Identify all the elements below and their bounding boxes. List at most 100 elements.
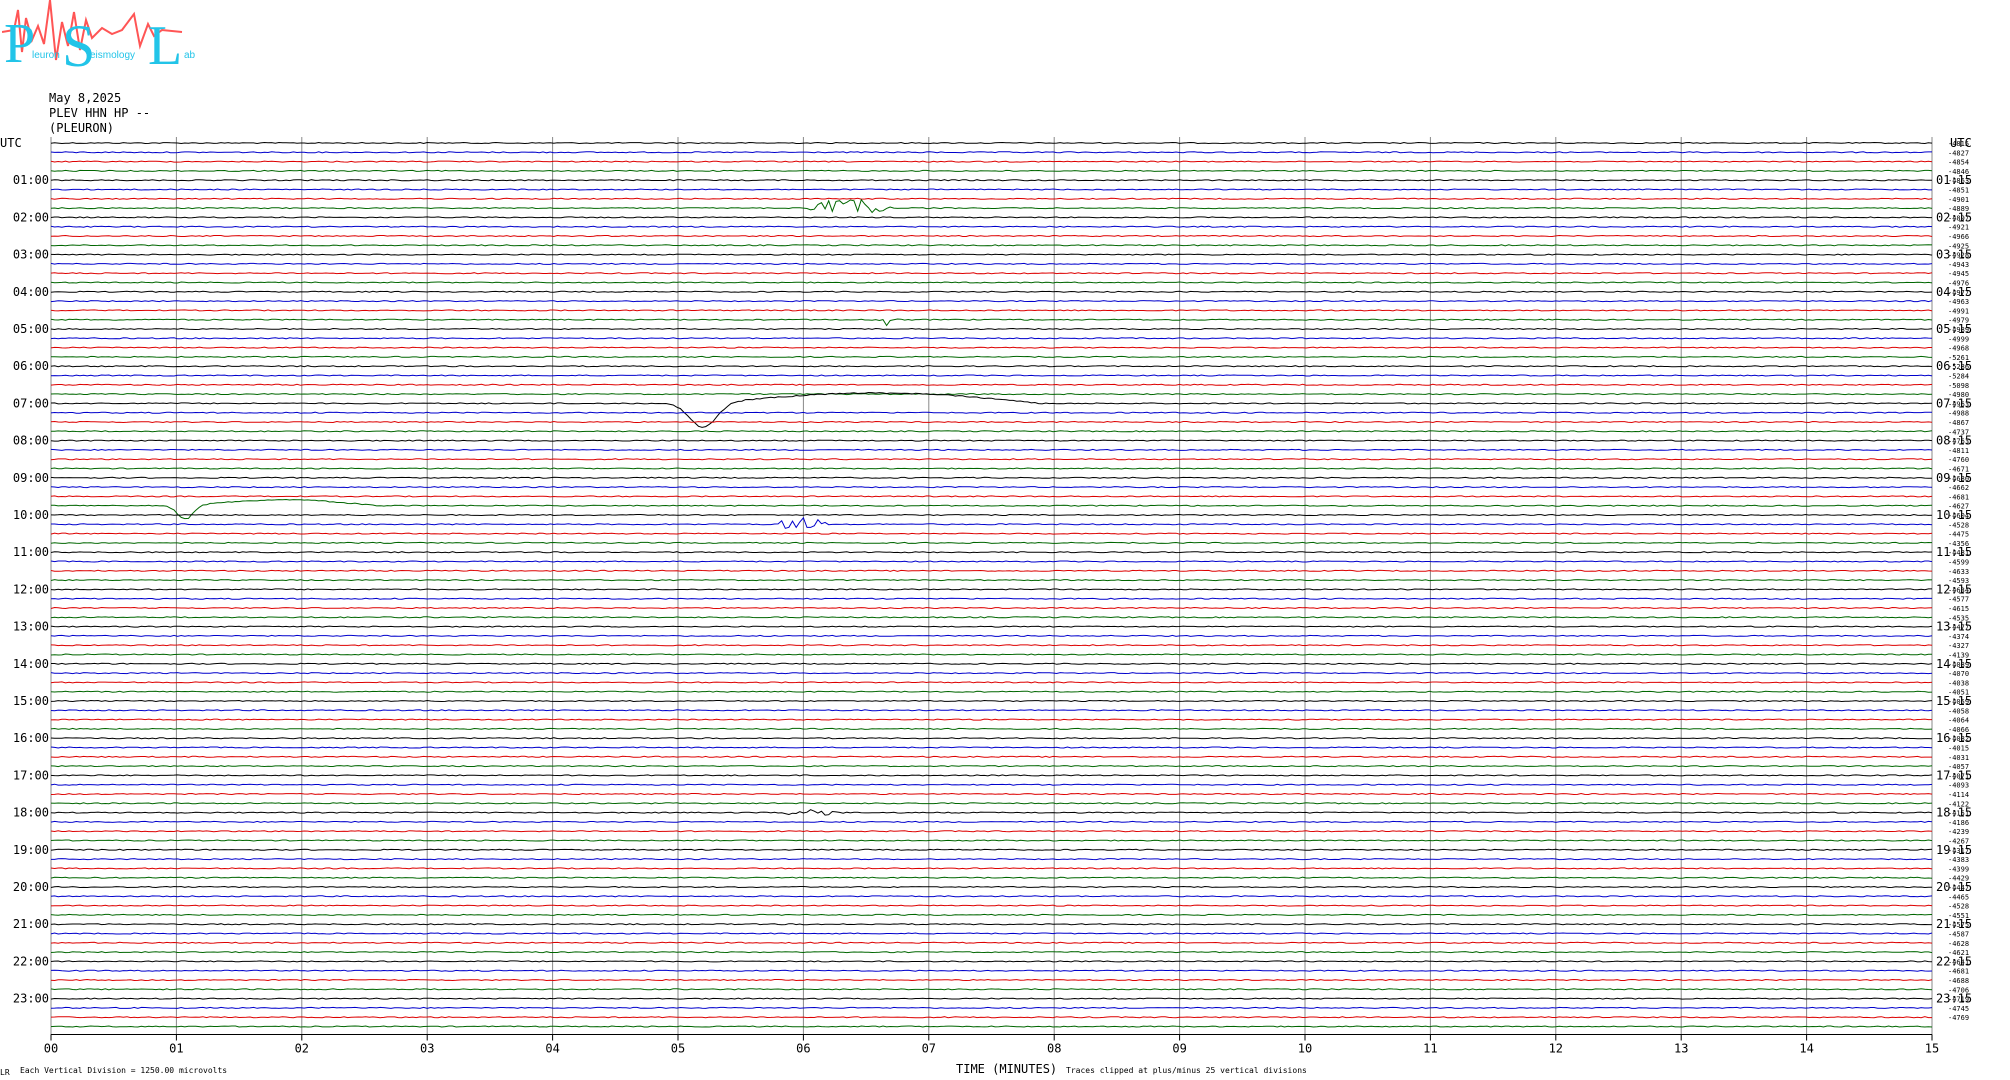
row-offset-label: -4186	[1948, 819, 1969, 827]
trace-row	[50, 997, 1933, 1000]
hour-label-right: 19:15	[1936, 843, 1972, 857]
row-offset-label: -4963	[1948, 298, 1969, 306]
trace-row	[50, 634, 1933, 637]
trace-row	[50, 830, 1933, 833]
trace-row	[50, 774, 1933, 777]
row-offset-label: -4815	[1948, 140, 1969, 148]
row-offset-label: -4999	[1948, 335, 1969, 343]
row-offset-label: -4988	[1948, 410, 1969, 418]
trace-row	[50, 809, 1933, 816]
trace-row	[50, 672, 1933, 675]
hour-label-right: 12:15	[1936, 582, 1972, 596]
x-tick-label: 15	[1925, 1042, 1939, 1056]
trace-row	[50, 393, 1933, 396]
trace-row	[50, 569, 1933, 572]
row-offset-label: -4662	[1948, 484, 1969, 492]
hour-label-left: 05:00	[13, 322, 49, 336]
row-offset-label: -4239	[1948, 828, 1969, 836]
hour-label-left: 12:00	[13, 582, 49, 596]
row-offset-label: -4851	[1948, 187, 1969, 195]
trace-row	[50, 579, 1933, 582]
trace-row	[50, 755, 1932, 758]
trace-row	[50, 374, 1933, 377]
trace-row	[50, 439, 1933, 442]
trace-row	[50, 253, 1933, 256]
hour-label-left: 02:00	[13, 210, 49, 224]
hour-label-left: 01:00	[13, 173, 49, 187]
trace-row	[50, 625, 1933, 628]
hour-label-right: 18:15	[1936, 806, 1972, 820]
trace-row	[50, 337, 1933, 340]
trace-row	[50, 718, 1932, 721]
trace-row	[50, 495, 1933, 498]
corner-mark: LR	[0, 1068, 10, 1077]
trace-row	[50, 932, 1933, 935]
hour-label-right: 01:15	[1936, 173, 1972, 187]
row-offset-label: -4399	[1948, 865, 1969, 873]
trace-row	[50, 690, 1933, 693]
hour-label-right: 08:15	[1936, 434, 1972, 448]
hour-label-right: 14:15	[1936, 657, 1972, 671]
hour-label-left: 08:00	[13, 434, 49, 448]
trace-row	[50, 1025, 1933, 1028]
trace-row	[50, 420, 1933, 424]
row-offset-label: -4577	[1948, 596, 1969, 604]
trace-row	[50, 606, 1933, 610]
x-tick-label: 11	[1423, 1042, 1437, 1056]
trace-row	[50, 188, 1932, 191]
trace-row	[50, 1016, 1932, 1019]
trace-row	[50, 941, 1933, 944]
trace-row	[50, 346, 1932, 349]
row-offset-label: -5098	[1948, 382, 1969, 390]
row-offset-label: -4093	[1948, 782, 1969, 790]
trace-row	[50, 411, 1932, 414]
trace-row	[50, 179, 1932, 182]
trace-row	[50, 458, 1933, 461]
trace-row	[50, 141, 1933, 145]
hour-label-right: 13:15	[1936, 620, 1972, 634]
row-offset-label: -4058	[1948, 707, 1969, 715]
trace-row	[50, 551, 1933, 554]
trace-row	[50, 960, 1933, 963]
hour-label-right: 07:15	[1936, 396, 1972, 410]
row-offset-label: -4688	[1948, 977, 1969, 985]
trace-row	[50, 448, 1933, 451]
trace-row	[50, 355, 1933, 358]
trace-row	[50, 709, 1933, 712]
hour-label-right: 17:15	[1936, 768, 1972, 782]
hour-label-right: 04:15	[1936, 285, 1972, 299]
hour-label-right: 11:15	[1936, 545, 1972, 559]
hour-label-right: 10:15	[1936, 508, 1972, 522]
helicorder-chart: 00 01 02 03 04 05 06 07 08 09 10 11 12 13 14 15-4815-48…	[13, 137, 1972, 1056]
trace-row	[51, 858, 1933, 861]
trace-row	[50, 1006, 1933, 1009]
trace-row	[50, 746, 1933, 749]
row-offset-label: -4901	[1948, 196, 1969, 204]
row-offset-label: -4038	[1948, 679, 1969, 687]
x-tick-label: 09	[1172, 1042, 1186, 1056]
row-offset-label: -4015	[1948, 745, 1969, 753]
trace-row	[50, 467, 1933, 470]
trace-row	[50, 327, 1933, 331]
trace-row	[50, 616, 1933, 619]
trace-row	[50, 244, 1933, 247]
row-offset-label: -4943	[1948, 261, 1969, 269]
trace-row	[51, 516, 1933, 529]
row-offset-label: -4811	[1948, 447, 1969, 455]
trace-row	[50, 234, 1933, 238]
trace-row	[50, 272, 1933, 275]
hour-label-right: 22:15	[1936, 954, 1972, 968]
row-offset-label: -4769	[1948, 1014, 1969, 1022]
trace-row	[50, 513, 1933, 517]
x-tick-label: 01	[169, 1042, 183, 1056]
hour-label-right: 15:15	[1936, 694, 1972, 708]
x-tick-label: 10	[1298, 1042, 1312, 1056]
trace-row	[50, 978, 1933, 982]
hour-label-left: 16:00	[13, 731, 49, 745]
trace-row	[50, 839, 1933, 842]
trace-row	[50, 541, 1933, 544]
trace-row	[50, 532, 1933, 535]
row-offset-label: -4031	[1948, 754, 1969, 762]
hour-label-left: 10:00	[13, 508, 49, 522]
row-offset-label: -4966	[1948, 233, 1969, 241]
